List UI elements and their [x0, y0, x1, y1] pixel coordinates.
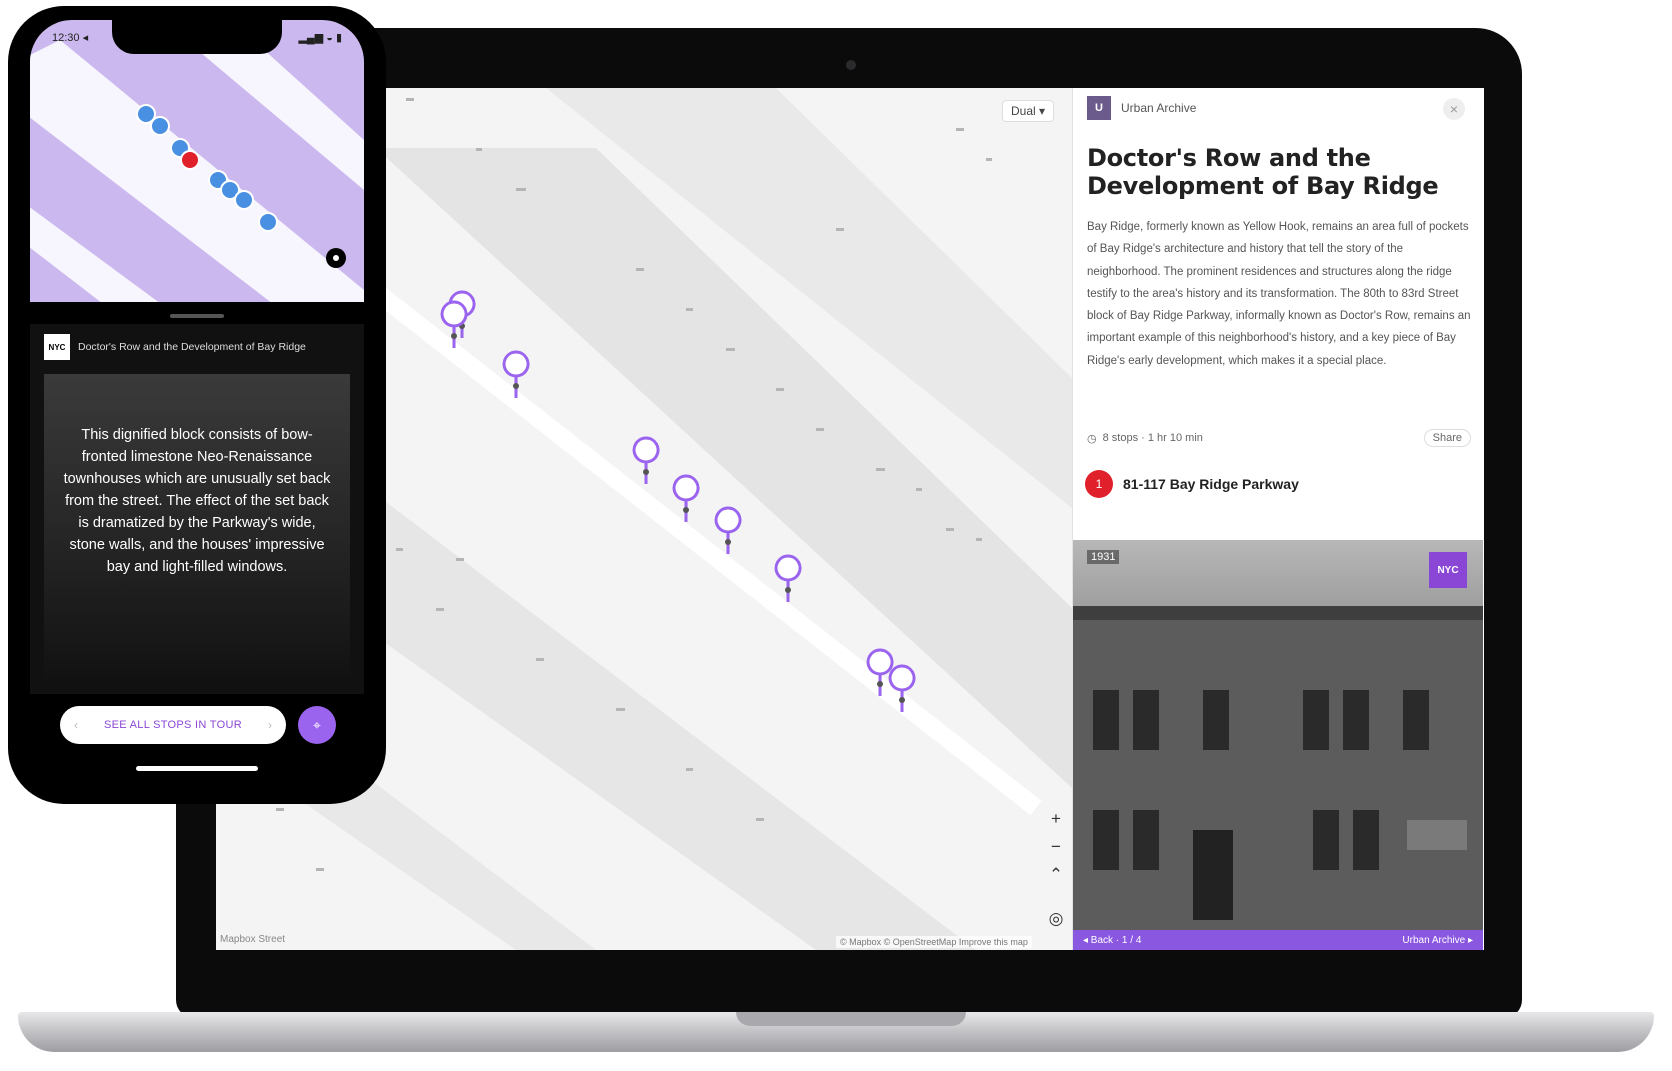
- map-view-button[interactable]: ⌖: [298, 706, 336, 744]
- phone-map-canvas: [30, 20, 364, 302]
- window: [1203, 690, 1229, 750]
- stop-title: 81-117 Bay Ridge Parkway: [1123, 476, 1299, 492]
- status-time: 12:30 ◂: [52, 31, 89, 44]
- close-icon[interactable]: ×: [1443, 98, 1465, 120]
- tour-pin: [632, 436, 660, 485]
- phone-screen: 12:30 ◂ ▂▄▆ ◒ ▮ NYC Doctor's Row and the…: [30, 20, 364, 790]
- window: [1403, 690, 1429, 750]
- stop-marker: [258, 212, 278, 232]
- map-attribution[interactable]: © Mapbox © OpenStreetMap Improve this ma…: [836, 936, 1032, 948]
- phone-card-header: NYC Doctor's Row and the Development of …: [44, 334, 350, 360]
- phone-story-card[interactable]: This dignified block consists of bow-fro…: [44, 374, 350, 678]
- phone-story-text: This dignified block consists of bow-fro…: [63, 427, 331, 575]
- phone-frame: 12:30 ◂ ▂▄▆ ◒ ▮ NYC Doctor's Row and the…: [8, 6, 386, 804]
- locate-icon-dot: [333, 255, 339, 261]
- compass-button[interactable]: ⌃: [1044, 864, 1068, 886]
- phone-map[interactable]: [30, 20, 364, 302]
- panel-header: U Urban Archive: [1087, 96, 1196, 120]
- home-indicator: [136, 766, 258, 771]
- window: [1093, 690, 1119, 750]
- urban-archive-logo[interactable]: U: [1087, 96, 1111, 120]
- phone-tour-title: Doctor's Row and the Development of Bay …: [78, 341, 306, 353]
- map-controls: + − ⌃ ◎: [1042, 808, 1070, 930]
- tour-description: Bay Ridge, formerly known as Yellow Hook…: [1087, 221, 1471, 367]
- status-icons: ▂▄▆ ◒ ▮: [298, 31, 342, 44]
- window: [1313, 810, 1339, 870]
- stop-marker: [150, 116, 170, 136]
- tour-stats-label: 8 stops · 1 hr 10 min: [1102, 432, 1203, 444]
- chevron-right-icon: ›: [267, 718, 272, 732]
- window: [1303, 690, 1329, 750]
- photo-source-link[interactable]: Urban Archive ▸: [1402, 935, 1473, 946]
- nyc-logo: NYC: [44, 334, 70, 360]
- tour-pin: [714, 506, 742, 555]
- stop-item[interactable]: 1 81-117 Bay Ridge Parkway: [1085, 470, 1299, 498]
- stop-marker-active: [180, 150, 200, 170]
- tour-panel: U Urban Archive × Doctor's Row and the D…: [1072, 88, 1484, 950]
- window: [1353, 810, 1379, 870]
- tour-meta: ◷ 8 stops · 1 hr 10 min Share: [1087, 426, 1471, 450]
- map-style-select[interactable]: Dual ▾: [1002, 100, 1055, 122]
- see-all-stops-button[interactable]: ‹ SEE ALL STOPS IN TOUR ›: [60, 706, 286, 744]
- phone-notch: [112, 20, 282, 54]
- sheet-top: [30, 302, 364, 324]
- awning: [1407, 820, 1467, 850]
- drag-handle[interactable]: [170, 314, 224, 318]
- clock-icon: ◷: [1087, 432, 1097, 445]
- chevron-left-icon: ‹: [74, 718, 78, 732]
- window: [1133, 690, 1159, 750]
- see-all-stops-label: SEE ALL STOPS IN TOUR: [104, 719, 242, 731]
- tour-stats: ◷ 8 stops · 1 hr 10 min: [1087, 432, 1203, 445]
- share-button[interactable]: Share: [1423, 429, 1471, 447]
- photo-caption-bar: ◂ Back · 1 / 4 Urban Archive ▸: [1073, 930, 1483, 950]
- stop-number-marker: 1: [1085, 470, 1113, 498]
- window: [1343, 690, 1369, 750]
- building-facade: [1073, 610, 1483, 940]
- zoom-in-button[interactable]: +: [1044, 808, 1068, 830]
- tour-title: Doctor's Row and the Development of Bay …: [1087, 144, 1439, 200]
- tour-pin: [672, 474, 700, 523]
- photo-year-label: 1931: [1087, 550, 1120, 564]
- stop-marker: [234, 190, 254, 210]
- historic-photo[interactable]: 1931 NYC: [1073, 540, 1483, 940]
- camera-dot: [846, 60, 856, 70]
- brand-label: Urban Archive: [1121, 101, 1197, 115]
- locate-icon[interactable]: ◎: [1044, 908, 1068, 930]
- zoom-out-button[interactable]: −: [1044, 836, 1068, 858]
- doorway: [1193, 830, 1233, 920]
- window: [1093, 810, 1119, 870]
- laptop-screen: Dual ▾ + − ⌃ ◎ Mapbox Street © Mapbox © …: [216, 88, 1484, 950]
- laptop-base-notch: [736, 1012, 966, 1026]
- map-logo: Mapbox Street: [220, 934, 286, 945]
- nyc-badge: NYC: [1429, 552, 1467, 588]
- window: [1133, 810, 1159, 870]
- photo-pager[interactable]: ◂ Back · 1 / 4: [1083, 935, 1141, 946]
- building-cornice: [1073, 606, 1483, 620]
- tour-pin: [774, 554, 802, 603]
